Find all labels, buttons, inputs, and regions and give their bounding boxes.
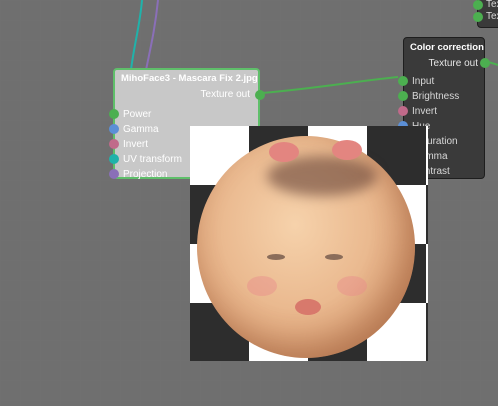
texture-node-output[interactable]: Texture out — [115, 84, 265, 103]
port-label: Invert — [123, 139, 149, 150]
color-input-input[interactable]: Input — [398, 74, 484, 89]
wire-purple — [145, 0, 159, 71]
eye-right — [325, 254, 343, 260]
node-graph-canvas[interactable]: Tex Tex MihoFace3 - Mascara Fix 2.jpg Te… — [0, 0, 498, 406]
port-label: Invert — [412, 106, 438, 117]
hair-ornament-left — [269, 142, 299, 162]
mouth — [295, 299, 321, 315]
hair-ornament-right — [332, 140, 362, 160]
top-node-port-label: Tex — [486, 0, 498, 10]
green-pin-icon[interactable] — [255, 90, 265, 100]
port-label: Brightness — [412, 91, 460, 102]
texture-node-output-label: Texture out — [200, 89, 250, 100]
port-label: UV transform — [123, 154, 182, 165]
color-node-output-label: Texture out — [428, 58, 478, 69]
port-label: Gamma — [123, 124, 159, 135]
port-label: Projection — [123, 169, 168, 180]
green-pin-icon[interactable] — [109, 109, 119, 119]
texture-input-power[interactable]: Power — [109, 107, 258, 122]
green-pin-icon[interactable] — [473, 12, 483, 22]
wire-cyan — [130, 0, 143, 71]
top-node-port-label: Tex — [486, 11, 498, 22]
blue-pin-icon[interactable] — [109, 124, 119, 134]
cheek-left — [247, 276, 277, 296]
texture-preview — [190, 126, 428, 361]
pink-pin-icon[interactable] — [398, 106, 408, 116]
green-pin-icon[interactable] — [398, 76, 408, 86]
green-pin-icon[interactable] — [473, 0, 483, 10]
color-input-invert[interactable]: Invert — [398, 104, 484, 119]
hair-shadow — [267, 156, 377, 196]
green-pin-icon[interactable] — [480, 58, 490, 68]
color-input-brightness[interactable]: Brightness — [398, 89, 484, 104]
texture-node-title: MihoFace3 - Mascara Fix 2.jpg — [121, 73, 258, 84]
top-node[interactable]: Tex Tex — [473, 0, 498, 28]
top-node-port[interactable]: Tex — [473, 11, 498, 23]
cheek-right — [337, 276, 367, 296]
color-node-output[interactable]: Texture out — [404, 53, 490, 72]
eye-left — [267, 254, 285, 260]
port-label: Power — [123, 109, 152, 120]
cyan-pin-icon[interactable] — [109, 154, 119, 164]
pink-pin-icon[interactable] — [109, 139, 119, 149]
wire-texture-to-input — [261, 76, 399, 94]
port-label: Input — [412, 76, 435, 87]
green-pin-icon[interactable] — [398, 91, 408, 101]
color-node-title: Color correction — [410, 42, 484, 53]
face-texture-image — [197, 136, 415, 358]
top-node-port[interactable]: Tex — [473, 0, 498, 11]
purple-pin-icon[interactable] — [109, 169, 119, 179]
